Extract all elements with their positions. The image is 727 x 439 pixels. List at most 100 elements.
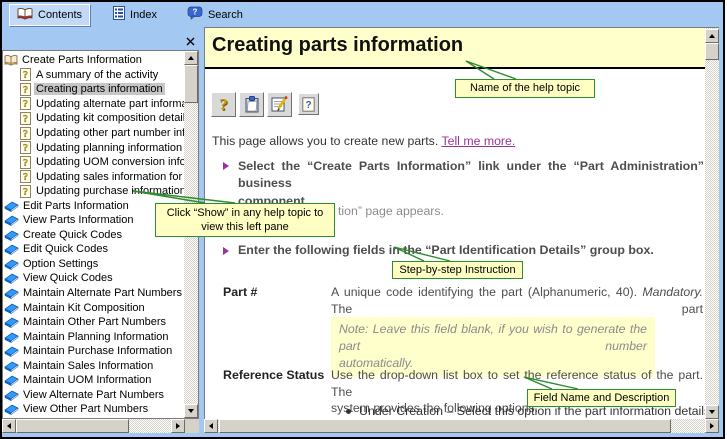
topic-hscroll-left-button[interactable]: [204, 419, 218, 433]
tree-item[interactable]: ? Updating kit composition details fo: [4, 111, 184, 126]
tree-item[interactable]: Maintain Planning Information: [4, 329, 184, 344]
svg-text:?: ?: [23, 70, 28, 81]
help-topic-icon: ?: [18, 83, 32, 96]
tree-item[interactable]: Maintain Sales Information: [4, 358, 184, 373]
tree-hscroll-left-button[interactable]: [2, 419, 16, 433]
closed-book-icon: [4, 316, 19, 329]
mandatory-emphasis: Mandatory.: [642, 285, 703, 299]
tree-item[interactable]: ? Updating UOM conversion informa: [4, 155, 184, 170]
help-topic-icon: ?: [18, 156, 32, 169]
tree-item[interactable]: Maintain Purchase Information: [4, 344, 184, 359]
help-viewer-window: Contents Index ? Search Create Parts Inf…: [0, 0, 725, 439]
tree-item[interactable]: Create Parts Information: [4, 53, 184, 68]
closed-book-icon: [4, 214, 19, 227]
tree-item[interactable]: ? Updating purchase information: [4, 184, 184, 199]
field-label-part: Part #: [223, 285, 257, 299]
closed-book-icon: [4, 228, 19, 241]
clipboard-icon: [244, 96, 260, 113]
close-icon: [186, 37, 195, 46]
tell-me-more-link[interactable]: Tell me more.: [441, 134, 515, 148]
svg-text:?: ?: [193, 8, 198, 17]
topic-hscroll-right-button[interactable]: [705, 419, 719, 433]
closed-book-icon: [4, 199, 19, 212]
tree-item[interactable]: Maintain Other Part Numbers: [4, 315, 184, 330]
tree-item[interactable]: Maintain Kit Composition: [4, 300, 184, 315]
topic-vscroll-down-button[interactable]: [705, 405, 719, 419]
tree-item[interactable]: ? Updating planning information for: [4, 140, 184, 155]
open-book-icon: [4, 54, 18, 67]
clipboard-button[interactable]: [239, 92, 264, 117]
help-page-button[interactable]: ?: [298, 93, 319, 115]
tree-item[interactable]: Option Settings: [4, 257, 184, 272]
tree-item[interactable]: ? Updating alternate part informatio: [4, 97, 184, 112]
svg-text:?: ?: [305, 100, 311, 111]
help-page-icon: ?: [302, 97, 315, 112]
tree-vscroll-up-button[interactable]: [184, 51, 198, 65]
tab-index[interactable]: Index: [106, 4, 164, 25]
svg-text:?: ?: [23, 129, 28, 140]
help-topic-icon: ?: [18, 112, 32, 125]
tree-item[interactable]: Maintain Alternate Part Numbers: [4, 286, 184, 301]
topic-vscroll-track[interactable]: [705, 28, 719, 419]
topic-hscroll-thumb[interactable]: [219, 419, 671, 433]
tree-item[interactable]: View Quick Codes: [4, 271, 184, 286]
tree-hscrollbar: [2, 419, 185, 433]
svg-text:?: ?: [23, 114, 28, 125]
arrow-left-icon: [209, 423, 213, 429]
close-pane-button[interactable]: [183, 36, 197, 50]
callout-step-instruction: Step-by-step Instruction: [392, 261, 523, 279]
contents-book-icon: [17, 7, 33, 23]
svg-text:?: ?: [23, 158, 28, 169]
arrow-right-icon: [710, 423, 714, 429]
question-button[interactable]: ?: [211, 92, 236, 117]
tree-item[interactable]: View Alternate Part Numbers: [4, 388, 184, 403]
help-topic-icon: ?: [18, 127, 32, 140]
index-list-icon: [113, 6, 125, 23]
help-topic-icon: ?: [18, 170, 32, 183]
edit-note-button[interactable]: [267, 92, 292, 117]
scrollbar-corner: [185, 419, 199, 433]
topic-vscroll-thumb[interactable]: [705, 43, 719, 60]
tree-item[interactable]: Maintain UOM Information: [4, 373, 184, 388]
list-bullet-icon: [346, 409, 351, 414]
tree-item[interactable]: ? A summary of the activity: [4, 68, 184, 83]
tab-contents[interactable]: Contents: [9, 4, 90, 26]
tree-hscroll-right-button[interactable]: [171, 419, 185, 433]
tree-item[interactable]: ? Updating other part number inform: [4, 126, 184, 141]
step-2: Enter the following fields in the “Part …: [238, 243, 708, 257]
arrow-down-icon: [188, 409, 194, 413]
closed-book-icon: [4, 345, 19, 358]
note-line-1: Note: Leave this field blank, if you wis…: [339, 321, 647, 355]
topic-vscroll-up-button[interactable]: [705, 29, 719, 43]
closed-book-icon: [4, 257, 19, 270]
help-topic-icon: ?: [18, 141, 32, 154]
tree-vscroll-thumb[interactable]: [184, 65, 198, 103]
tree-item[interactable]: View Other Part Numbers: [4, 402, 184, 415]
page-title: Creating parts information: [205, 28, 705, 57]
closed-book-icon: [4, 272, 19, 285]
closed-book-icon: [4, 403, 19, 415]
tree-vscroll-down-button[interactable]: [184, 404, 198, 418]
svg-text:?: ?: [23, 172, 28, 183]
svg-text:?: ?: [23, 99, 28, 110]
step-1-line-1: Select the “Create Parts Information” li…: [238, 158, 704, 193]
callout-field-desc: Field Name and Description: [527, 389, 676, 407]
svg-text:?: ?: [23, 85, 28, 96]
step-bullet-icon: [223, 162, 229, 170]
tab-search-label: Search: [208, 9, 243, 21]
tree-hscroll-thumb[interactable]: [16, 419, 129, 433]
step-bullet-icon: [223, 247, 229, 255]
tree-item-selected[interactable]: ? Creating parts information: [4, 82, 184, 97]
help-topic-icon: ?: [18, 97, 32, 110]
tree-item[interactable]: Edit Quick Codes: [4, 242, 184, 257]
closed-book-icon: [4, 287, 19, 300]
arrow-right-icon: [176, 423, 180, 429]
arrow-up-icon: [188, 56, 194, 60]
question-icon: ?: [219, 95, 228, 115]
closed-book-icon: [4, 374, 19, 387]
tab-search[interactable]: ? Search: [180, 4, 250, 25]
arrow-down-icon: [709, 410, 715, 414]
tree-item[interactable]: ? Updating sales information for a p: [4, 169, 184, 184]
closed-book-icon: [4, 243, 19, 256]
intro-text: This page allows you to create new parts…: [212, 134, 438, 148]
